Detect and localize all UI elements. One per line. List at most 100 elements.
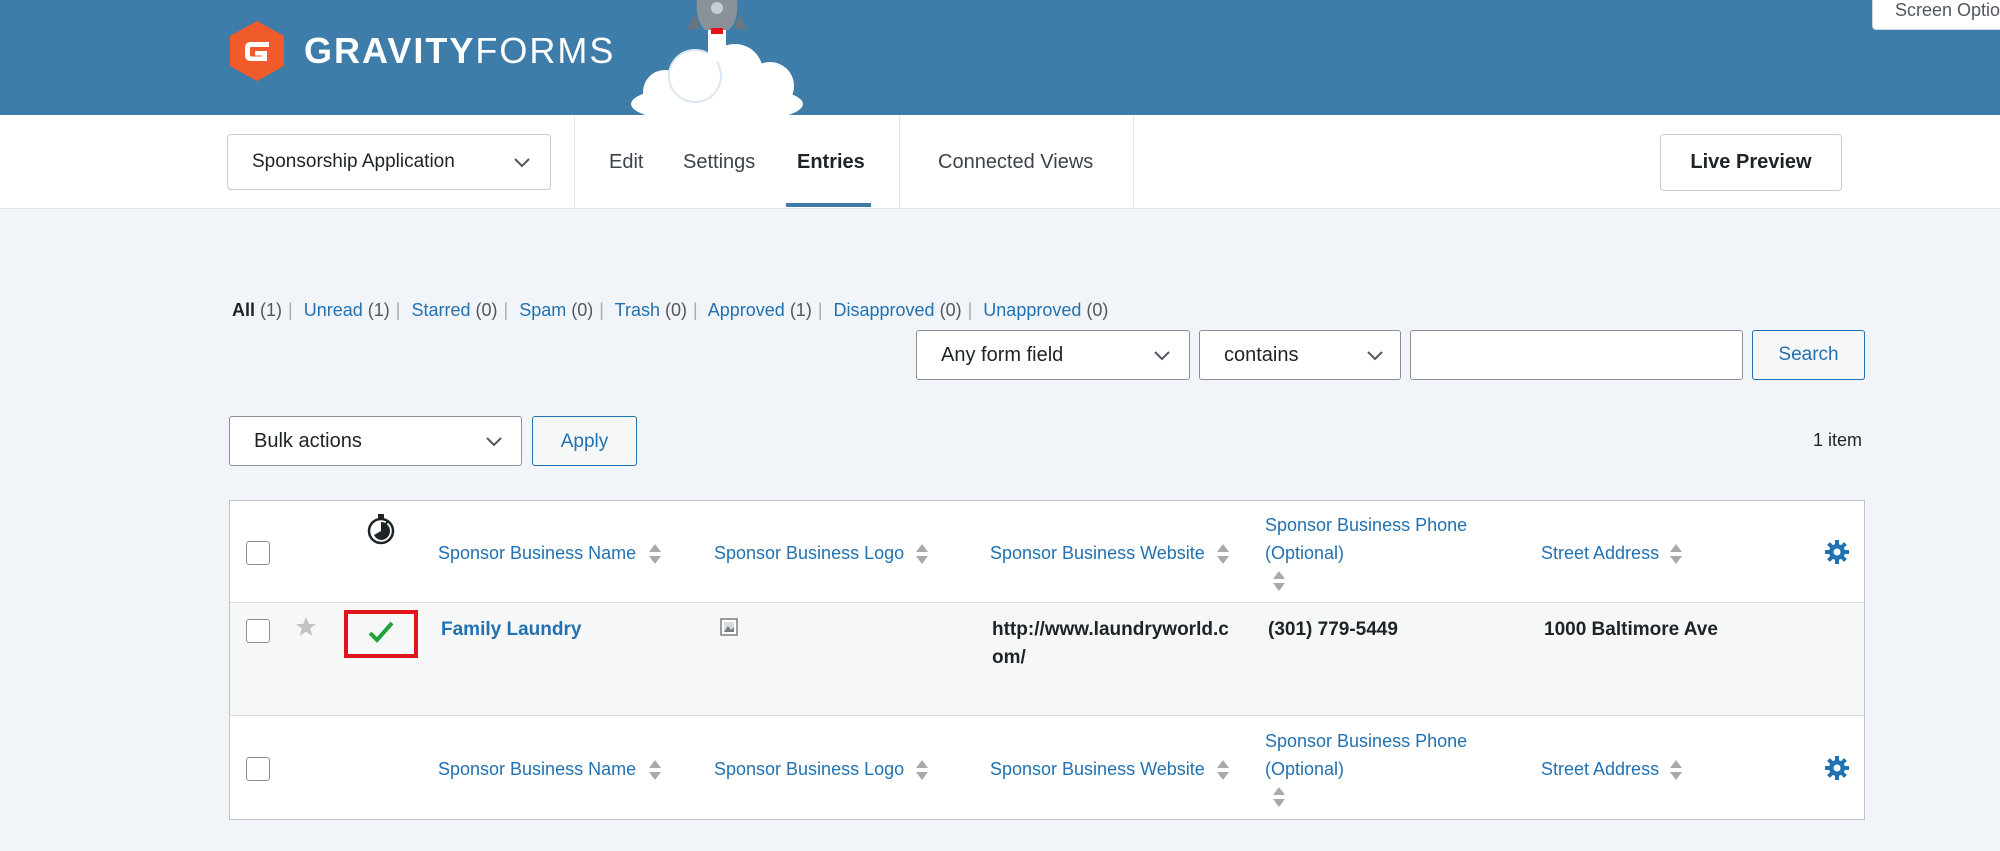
sort-icon[interactable] [915, 758, 929, 782]
column-header-business-website[interactable]: Sponsor Business Website [990, 539, 1205, 567]
filter-trash[interactable]: Trash [615, 300, 660, 320]
gravity-forms-logo-icon [230, 21, 284, 81]
filter-separator: | [288, 300, 293, 320]
filter-starred[interactable]: Starred [412, 300, 471, 320]
approval-status-icon [367, 514, 395, 545]
filter-count: (1) [260, 300, 283, 320]
screen-options-tab[interactable]: Screen Options [1872, 0, 2000, 30]
apply-button[interactable]: Apply [532, 416, 637, 466]
form-toolbar: Sponsorship Application Edit Settings En… [0, 115, 2000, 209]
column-label: Sponsor Business Website [990, 543, 1205, 563]
table-footer-row: Sponsor Business Name Sponsor Business L… [230, 717, 1864, 819]
filter-count: (0) [571, 300, 594, 320]
search-button[interactable]: Search [1752, 330, 1865, 380]
filter-count: (1) [789, 300, 812, 320]
column-label: (Optional) [1265, 543, 1345, 563]
filter-disapproved[interactable]: Disapproved [834, 300, 935, 320]
entries-table: Sponsor Business Name Sponsor Business L… [229, 500, 1865, 820]
column-footer-business-website[interactable]: Sponsor Business Website [990, 755, 1205, 783]
column-header-business-phone[interactable]: Sponsor Business Phone (Optional) [1265, 511, 1467, 567]
toolbar-divider [1133, 115, 1134, 209]
search-operator-label: contains [1224, 344, 1299, 366]
filter-count: (0) [939, 300, 962, 320]
sort-icon[interactable] [915, 542, 929, 566]
tab-settings[interactable]: Settings [683, 115, 755, 209]
entry-street-address: 1000 Baltimore Ave [1544, 619, 1718, 640]
bulk-actions-label: Bulk actions [254, 430, 362, 452]
entry-business-website: http://www.laundryworld.c om/ [992, 616, 1229, 672]
filter-separator: | [967, 300, 973, 320]
entry-business-name-link[interactable]: Family Laundry [441, 616, 581, 644]
gear-icon[interactable] [1824, 755, 1850, 781]
entry-website-line: om/ [992, 647, 1026, 668]
table-header-row: Sponsor Business Name Sponsor Business L… [230, 501, 1864, 603]
form-switcher-label: Sponsorship Application [252, 151, 455, 172]
filter-separator: | [817, 300, 823, 320]
entry-website-line: http://www.laundryworld.c [992, 619, 1229, 640]
gear-icon[interactable] [1824, 539, 1850, 565]
filter-separator: | [503, 300, 509, 320]
search-operator-select[interactable]: contains [1199, 330, 1401, 380]
chevron-down-icon [1367, 351, 1383, 361]
search-input[interactable] [1410, 330, 1743, 380]
toolbar-divider [574, 115, 575, 209]
form-switcher-select[interactable]: Sponsorship Application [227, 134, 551, 190]
select-all-checkbox[interactable] [246, 757, 270, 781]
filter-spam[interactable]: Spam [519, 300, 566, 320]
search-field-select[interactable]: Any form field [916, 330, 1190, 380]
column-label: Sponsor Business Name [438, 759, 637, 779]
column-label: Sponsor Business Name [438, 543, 637, 563]
column-footer-street-address[interactable]: Street Address [1541, 755, 1659, 783]
column-header-street-address[interactable]: Street Address [1541, 539, 1659, 567]
active-tab-indicator [786, 203, 871, 207]
column-label: Sponsor Business Website [990, 759, 1205, 779]
filter-separator: | [599, 300, 604, 320]
broken-image-icon [720, 618, 738, 636]
filter-count: (1) [367, 300, 390, 320]
entry-status-filters: All (1) | Unread (1) | Starred (0) | Spam (… [232, 297, 1108, 323]
chevron-down-icon [514, 158, 530, 168]
column-label: Sponsor Business Logo [714, 759, 905, 779]
sort-icon[interactable] [648, 542, 662, 566]
tab-connected-views[interactable]: Connected Views [938, 115, 1093, 209]
chevron-down-icon [486, 437, 502, 447]
filter-unread[interactable]: Unread [304, 300, 363, 320]
column-footer-business-logo[interactable]: Sponsor Business Logo [714, 755, 904, 783]
filter-count: (0) [1086, 300, 1109, 320]
sort-icon[interactable] [1669, 758, 1683, 782]
filter-count: (0) [475, 300, 498, 320]
select-all-checkbox[interactable] [246, 541, 270, 565]
sort-icon[interactable] [1216, 542, 1230, 566]
filter-separator: | [693, 300, 698, 320]
sort-icon[interactable] [1216, 758, 1230, 782]
rocket-illustration-icon [631, 0, 803, 115]
filter-unapproved[interactable]: Unapproved [983, 300, 1081, 320]
toolbar-divider [899, 115, 900, 209]
column-label: Street Address [1541, 759, 1660, 779]
sort-icon[interactable] [648, 758, 662, 782]
chevron-down-icon [1154, 351, 1170, 361]
row-checkbox[interactable] [246, 619, 270, 643]
column-header-business-logo[interactable]: Sponsor Business Logo [714, 539, 904, 567]
column-label: Sponsor Business Logo [714, 543, 905, 563]
search-field-label: Any form field [941, 344, 1064, 366]
bulk-actions-select[interactable]: Bulk actions [229, 416, 522, 466]
checkmark-icon[interactable] [368, 620, 394, 644]
filter-separator: | [395, 300, 401, 320]
filter-approved[interactable]: Approved [708, 300, 785, 320]
column-header-business-name[interactable]: Sponsor Business Name [438, 539, 636, 567]
filter-all[interactable]: All [232, 300, 255, 320]
column-label: Street Address [1541, 543, 1660, 563]
column-footer-business-phone[interactable]: Sponsor Business Phone (Optional) [1265, 727, 1467, 783]
sort-icon[interactable] [1272, 569, 1286, 593]
star-icon[interactable] [295, 616, 317, 638]
tab-entries[interactable]: Entries [797, 115, 865, 209]
column-footer-business-name[interactable]: Sponsor Business Name [438, 755, 636, 783]
live-preview-button[interactable]: Live Preview [1660, 134, 1842, 191]
column-label: (Optional) [1265, 759, 1345, 779]
sort-icon[interactable] [1669, 542, 1683, 566]
tab-edit[interactable]: Edit [609, 115, 643, 209]
sort-icon[interactable] [1272, 785, 1286, 809]
item-count: 1 item [1813, 430, 1863, 450]
filter-count: (0) [665, 300, 688, 320]
